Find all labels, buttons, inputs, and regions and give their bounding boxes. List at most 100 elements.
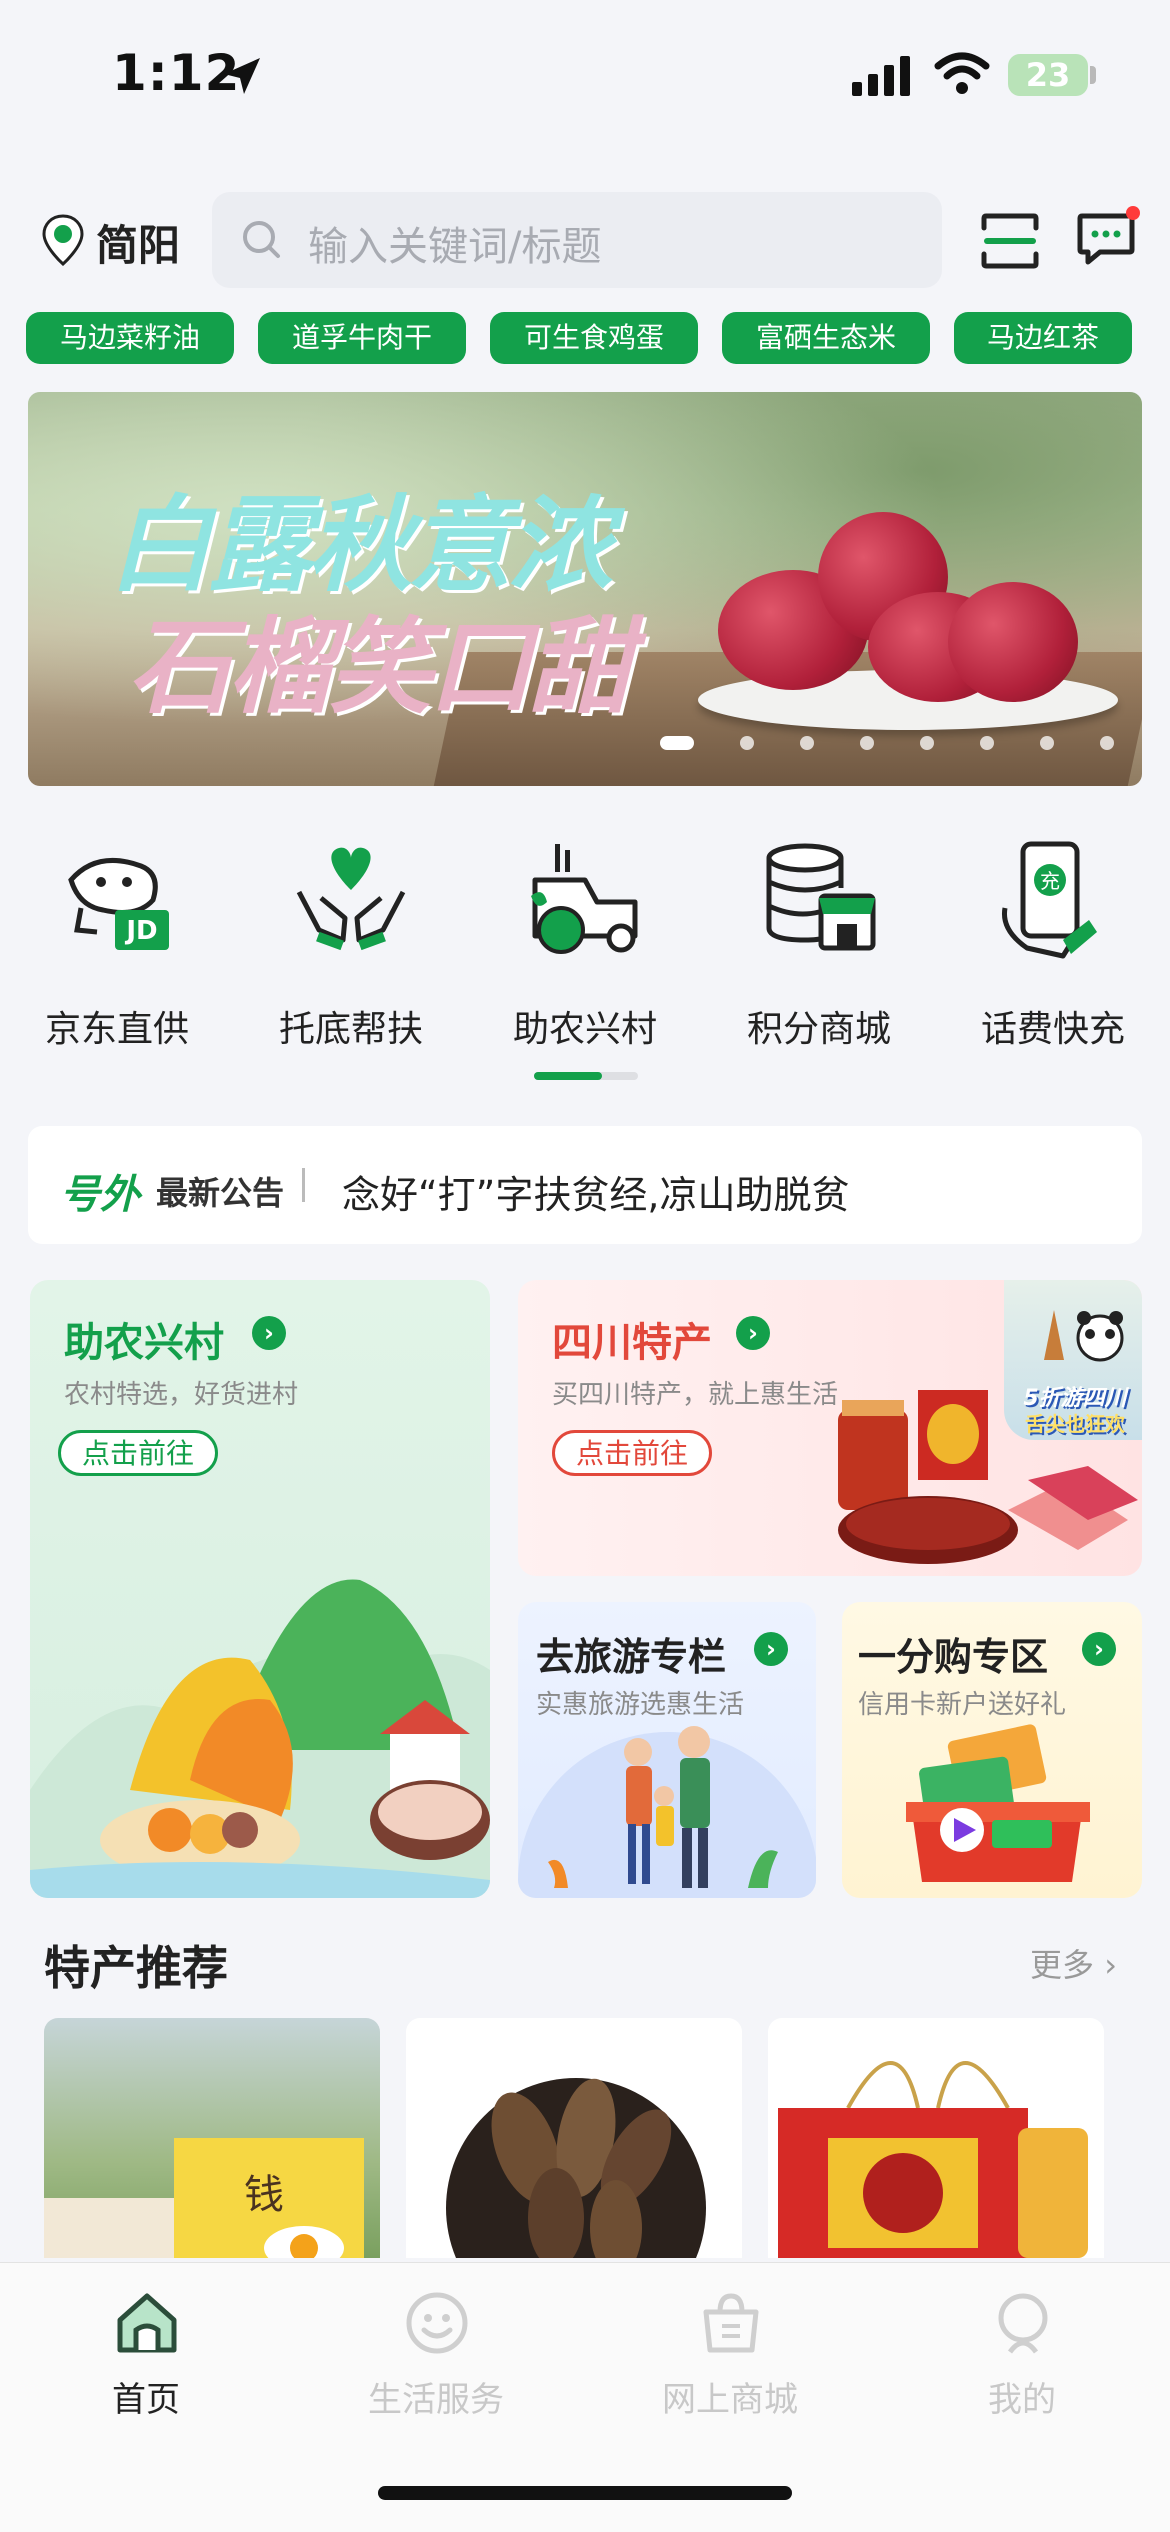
battery-indicator: 23 <box>1008 54 1088 96</box>
shopping-bag-icon <box>703 2293 759 2353</box>
svg-text:JD: JD <box>124 916 157 946</box>
keyword-chip[interactable]: 可生食鸡蛋 <box>490 312 698 364</box>
panda-pagoda-illustration <box>1044 1310 1124 1362</box>
pagination-dot[interactable] <box>980 736 994 750</box>
chevron-right-icon: › <box>1082 1632 1116 1666</box>
location-arrow-icon <box>224 58 260 94</box>
product-card[interactable]: 钱 <box>44 2018 380 2258</box>
product-image: 钱 <box>44 2138 364 2258</box>
pagination-dot[interactable] <box>860 736 874 750</box>
tab-label: 首页 <box>112 2380 180 2420</box>
promo-title: 助农兴村 <box>64 1320 224 1366</box>
gift-box-illustration <box>906 1724 1090 1882</box>
menu-label: 积分商城 <box>746 1009 891 1050</box>
pagination-dot[interactable] <box>1040 736 1054 750</box>
smiley-icon <box>406 2292 468 2354</box>
sichuan-travel-badge: 5折游四川 舌尖也狂欢 <box>1004 1280 1142 1440</box>
product-card[interactable] <box>406 2018 742 2258</box>
tractor-icon <box>531 844 638 954</box>
search-icon <box>243 221 280 258</box>
keyword-chip[interactable]: 富硒生态米 <box>722 312 930 364</box>
tab-label: 网上商城 <box>662 2380 798 2420</box>
notice-text[interactable]: 念好“打”字扶贫经,凉山助脱贫 <box>342 1164 849 1219</box>
menu-item-points-mall[interactable]: 积分商城 <box>702 800 936 1050</box>
menu-item-recharge[interactable]: 充 话费快充 <box>936 800 1170 1050</box>
promo-title: 一分购专区 <box>858 1635 1049 1679</box>
chevron-right-icon: › <box>736 1316 770 1350</box>
tab-home[interactable]: 首页 <box>36 2290 256 2420</box>
goto-button[interactable]: 点击前往 <box>552 1430 712 1476</box>
notice-divider <box>302 1168 305 1202</box>
notice-label: 最新公告 <box>156 1174 285 1212</box>
promo-title: 去旅游专栏 <box>536 1635 727 1679</box>
promo-card-village[interactable]: 助农兴村 › 农村特选，好货进村 点击前往 <box>30 1280 490 1898</box>
promo-title: 四川特产 <box>552 1320 712 1366</box>
menu-item-farming[interactable]: 助农兴村 <box>468 800 702 1050</box>
hot-keyword-chips: 马边菜籽油 道孚牛肉干 可生食鸡蛋 富硒生态米 马边红茶 <box>26 312 1146 364</box>
promo-card-travel[interactable]: 去旅游专栏 › 实惠旅游选惠生活 <box>518 1602 816 1898</box>
helping-hands-heart-icon <box>296 847 406 951</box>
menu-item-support[interactable]: 托底帮扶 <box>234 800 468 1050</box>
farm-landscape-illustration <box>30 1579 490 1898</box>
product-image <box>778 2061 1088 2258</box>
scan-icon[interactable] <box>980 212 1040 270</box>
message-unread-dot <box>1126 206 1140 220</box>
promo-card-sichuan[interactable]: 四川特产 › 买四川特产，就上惠生活 点击前往 5折游四川 舌尖也狂欢 <box>518 1280 1142 1576</box>
menu-label: 京东直供 <box>44 1009 189 1050</box>
svg-text:钱: 钱 <box>244 2172 284 2218</box>
pagination-dot[interactable] <box>740 736 754 750</box>
wifi-icon <box>934 52 990 94</box>
svg-text:充: 充 <box>1040 869 1060 893</box>
menu-label: 助农兴村 <box>512 1009 657 1050</box>
chevron-right-icon: › <box>754 1632 788 1666</box>
search-input[interactable]: 输入关键词/标题 <box>308 214 601 272</box>
home-indicator <box>378 2486 792 2500</box>
pagination-dot[interactable] <box>800 736 814 750</box>
promo-subtitle: 农村特选，好货进村 <box>64 1380 299 1410</box>
keyword-chip[interactable]: 道孚牛肉干 <box>258 312 466 364</box>
product-image <box>446 2078 706 2258</box>
home-icon <box>117 2293 177 2353</box>
tab-mine[interactable]: 我的 <box>912 2290 1132 2420</box>
promo-subtitle: 信用卡新户送好礼 <box>858 1690 1067 1720</box>
pagination-dot[interactable] <box>920 736 934 750</box>
banner-headline-2: 石榴笑口甜 <box>128 606 632 728</box>
family-travel-illustration <box>518 1726 816 1898</box>
more-link[interactable]: 更多 › <box>1030 1940 1117 1986</box>
tab-label: 生活服务 <box>368 2380 504 2420</box>
promo-subtitle: 买四川特产，就上惠生活 <box>552 1380 839 1410</box>
goto-button[interactable]: 点击前往 <box>58 1430 218 1476</box>
location-pin-icon[interactable] <box>40 214 86 266</box>
chevron-right-icon: › <box>252 1316 286 1350</box>
profile-icon <box>998 2293 1048 2354</box>
promo-banner[interactable]: 白露秋意浓 石榴笑口甜 <box>28 392 1142 786</box>
tab-life-services[interactable]: 生活服务 <box>326 2290 546 2420</box>
jd-dog-icon: JD <box>68 858 169 950</box>
coins-shop-icon <box>766 843 876 951</box>
keyword-chip[interactable]: 马边红茶 <box>954 312 1132 364</box>
menu-item-jd[interactable]: JD 京东直供 <box>0 800 234 1050</box>
quick-menu: JD 京东直供 托底帮扶 助农兴村 积分商城 充 话费快充 <box>0 800 1170 1100</box>
pagination-dot[interactable] <box>660 736 694 750</box>
tab-online-mall[interactable]: 网上商城 <box>620 2290 840 2420</box>
chevron-right-icon: › <box>1104 1946 1117 1984</box>
product-card[interactable] <box>768 2018 1104 2258</box>
quick-menu-pager-thumb <box>534 1072 602 1080</box>
pagination-dot[interactable] <box>1100 736 1114 750</box>
menu-label: 托底帮扶 <box>278 1009 423 1050</box>
more-label: 更多 <box>1030 1946 1095 1984</box>
banner-pagination <box>660 736 1120 754</box>
pomegranate-illustration <box>948 582 1078 702</box>
cellular-signal-icon <box>852 56 910 96</box>
promo-card-penny[interactable]: 一分购专区 › 信用卡新户送好礼 <box>842 1602 1142 1898</box>
menu-label: 话费快充 <box>980 1009 1125 1050</box>
notice-logo: 号外 <box>60 1172 140 1218</box>
section-title: 特产推荐 <box>44 1941 228 1995</box>
city-selector[interactable]: 简阳 <box>96 212 180 273</box>
badge-line-2: 舌尖也狂欢 <box>1025 1412 1125 1436</box>
keyword-chip[interactable]: 马边菜籽油 <box>26 312 234 364</box>
battery-level: 23 <box>1025 56 1071 94</box>
message-icon[interactable] <box>1076 210 1136 268</box>
tab-label: 我的 <box>988 2380 1056 2420</box>
phone-recharge-icon: 充 <box>1001 841 1097 959</box>
